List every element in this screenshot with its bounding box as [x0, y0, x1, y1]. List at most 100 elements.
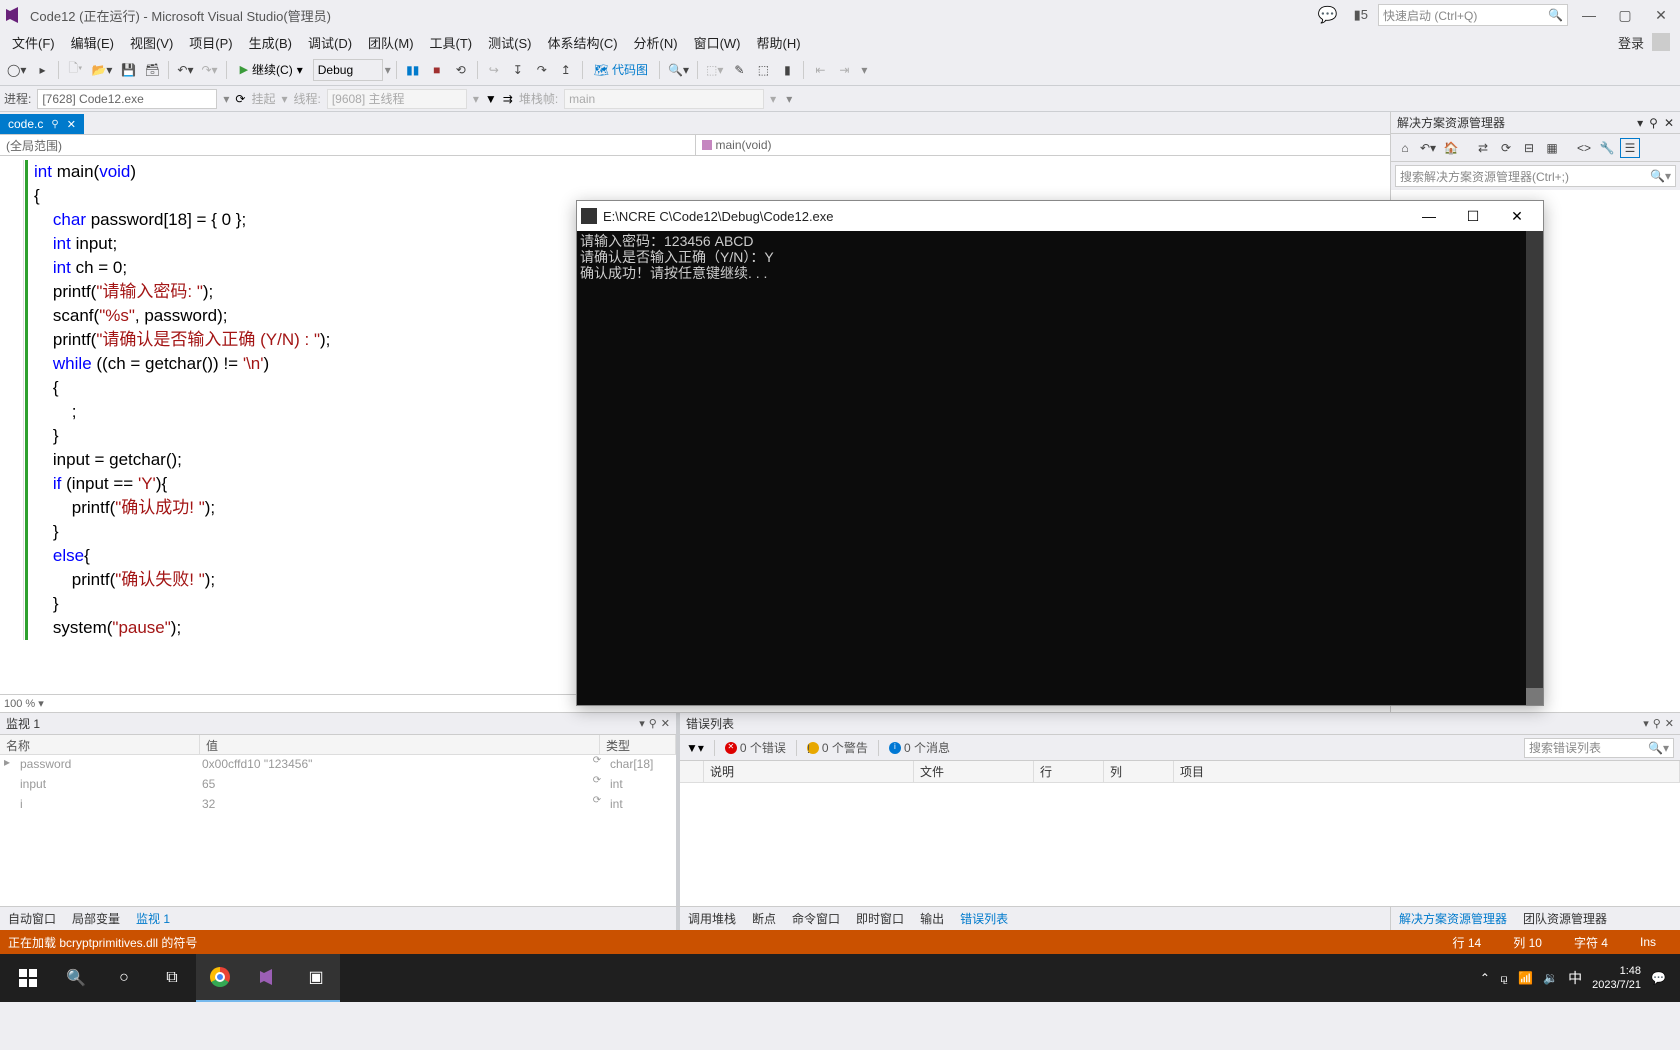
bottom-tab[interactable]: 监视 1 [128, 907, 178, 930]
config-combo[interactable]: Debug [313, 59, 383, 81]
stackframe-combo[interactable]: main [564, 89, 764, 109]
console-minimize-button[interactable]: — [1407, 202, 1451, 230]
restart-button[interactable]: ⟲ [450, 59, 472, 81]
avatar-icon[interactable] [1652, 33, 1670, 51]
menu-help[interactable]: 帮助(H) [749, 31, 809, 54]
watch-grid[interactable]: 名称 值 类型 ▸password0x00cffd10 "123456"⟳cha… [0, 735, 676, 906]
soln-showall-icon[interactable]: ▦ [1542, 138, 1562, 158]
start-button[interactable] [4, 954, 52, 1002]
bottom-tab[interactable]: 输出 [912, 907, 952, 930]
bookmark-button[interactable]: ▮ [776, 59, 798, 81]
bottom-tab[interactable]: 断点 [744, 907, 784, 930]
show-next-stmt-button[interactable]: ↪ [483, 59, 505, 81]
soln-back-icon[interactable]: ↶▾ [1418, 138, 1438, 158]
console-taskbar-icon[interactable]: ▣ [292, 954, 340, 1002]
minimize-button[interactable]: — [1574, 7, 1604, 23]
outdent-button[interactable]: ⇤ [809, 59, 831, 81]
err-col-desc[interactable]: 说明 [704, 761, 914, 782]
menu-edit[interactable]: 编辑(E) [63, 31, 122, 54]
step-into-button[interactable]: ↧ [507, 59, 529, 81]
warning-count[interactable]: !0 个警告 [807, 739, 868, 756]
pane-dropdown-icon[interactable]: ▾ [639, 717, 645, 730]
function-combo[interactable]: main(void) [696, 135, 1391, 155]
bottom-tab[interactable]: 即时窗口 [848, 907, 912, 930]
watch-col-type[interactable]: 类型 [600, 735, 676, 754]
restore-button[interactable]: ▢ [1610, 7, 1640, 24]
console-close-button[interactable]: ✕ [1495, 202, 1539, 230]
soln-sync-icon[interactable]: ⇄ [1473, 138, 1493, 158]
indent-button[interactable]: ⇥ [833, 59, 855, 81]
bottom-tab[interactable]: 调用堆栈 [680, 907, 744, 930]
err-col-line[interactable]: 行 [1034, 761, 1104, 782]
close-button[interactable]: ✕ [1646, 7, 1676, 24]
undo-button[interactable]: ↶▾ [174, 59, 196, 81]
pane-pin-icon[interactable]: ⚲ [1653, 717, 1661, 730]
filter-icon[interactable]: ▼▾ [686, 741, 704, 755]
pane-pin-icon[interactable]: ⚲ [649, 717, 657, 730]
find-button[interactable]: 🔍▾ [665, 59, 692, 81]
quicklaunch-input[interactable]: 快速启动 (Ctrl+Q)🔍 [1378, 4, 1568, 26]
volume-icon[interactable]: 🔉 [1543, 971, 1558, 985]
bottom-tab[interactable]: 错误列表 [952, 907, 1016, 930]
step-out-button[interactable]: ↥ [555, 59, 577, 81]
watch-col-value[interactable]: 值 [200, 735, 600, 754]
console-maximize-button[interactable]: ☐ [1451, 202, 1495, 230]
menu-arch[interactable]: 体系结构(C) [539, 31, 625, 54]
flag-thread-button[interactable]: ▼ [485, 92, 497, 106]
menu-debug[interactable]: 调试(D) [300, 31, 360, 54]
watch-row[interactable]: i32⟳int [0, 795, 676, 815]
soln-home-icon[interactable]: ⌂ [1395, 138, 1415, 158]
tab-close-icon[interactable]: ✕ [67, 118, 76, 131]
err-col-col[interactable]: 列 [1104, 761, 1174, 782]
pane-close-icon[interactable]: ✕ [1664, 116, 1674, 130]
step-over-button[interactable]: ↷ [531, 59, 553, 81]
ins-mode[interactable]: Ins [1624, 935, 1672, 949]
nav-back-button[interactable]: ◯▾ [4, 59, 29, 81]
pin-icon[interactable]: ⚲ [51, 119, 58, 130]
err-col-file[interactable]: 文件 [914, 761, 1034, 782]
chrome-icon[interactable] [196, 954, 244, 1002]
soln-collapse-icon[interactable]: ⊟ [1519, 138, 1539, 158]
pane-dropdown-icon[interactable]: ▾ [1637, 116, 1643, 130]
soln-search-input[interactable]: 搜索解决方案资源管理器(Ctrl+;)🔍▾ [1395, 165, 1676, 187]
menu-team[interactable]: 团队(M) [360, 31, 422, 54]
stop-button[interactable]: ■ [426, 59, 448, 81]
pane-close-icon[interactable]: ✕ [1665, 717, 1674, 730]
soln-preview-icon[interactable]: ☰ [1620, 138, 1640, 158]
ime-indicator[interactable]: 中 [1568, 968, 1582, 988]
bottom-tab[interactable]: 局部变量 [64, 907, 128, 930]
error-count[interactable]: ✕0 个错误 [725, 739, 786, 756]
tray-up-icon[interactable]: ⌃ [1480, 971, 1490, 985]
visualstudio-icon[interactable] [244, 954, 292, 1002]
uncomment-button[interactable]: ⬚ [752, 59, 774, 81]
scope-combo[interactable]: (全局范围) [0, 135, 696, 155]
bottom-tab[interactable]: 团队资源管理器 [1515, 907, 1615, 930]
menu-window[interactable]: 窗口(W) [686, 31, 749, 54]
wifi-icon[interactable]: 📶 [1518, 971, 1533, 985]
soln-code-icon[interactable]: <> [1574, 138, 1594, 158]
error-search-input[interactable]: 搜索错误列表🔍▾ [1524, 738, 1674, 758]
toggle-hex-button[interactable]: ⬚▾ [703, 59, 726, 81]
menu-analyze[interactable]: 分析(N) [626, 31, 686, 54]
error-grid[interactable]: 说明 文件 行 列 项目 [680, 761, 1680, 906]
watch-row[interactable]: input65⟳int [0, 775, 676, 795]
search-button[interactable]: 🔍 [52, 954, 100, 1002]
menu-test[interactable]: 测试(S) [480, 31, 539, 54]
watch-row[interactable]: ▸password0x00cffd10 "123456"⟳char[18] [0, 755, 676, 775]
new-item-button[interactable]: 🗋▾ [64, 59, 86, 81]
bottom-tab[interactable]: 自动窗口 [0, 907, 64, 930]
notifications-flag[interactable]: ▮5 [1350, 7, 1372, 23]
save-all-button[interactable]: 🗃 [141, 59, 163, 81]
menu-file[interactable]: 文件(F) [4, 31, 63, 54]
menu-view[interactable]: 视图(V) [122, 31, 181, 54]
bottom-tab[interactable]: 命令窗口 [784, 907, 848, 930]
redo-button[interactable]: ↷▾ [199, 59, 221, 81]
network-icon[interactable]: ⚼ [1500, 971, 1508, 986]
process-combo[interactable]: [7628] Code12.exe [37, 89, 217, 109]
pane-dropdown-icon[interactable]: ▾ [1643, 717, 1649, 730]
soln-house-icon[interactable]: 🏠 [1441, 138, 1461, 158]
menu-build[interactable]: 生成(B) [241, 31, 300, 54]
watch-col-name[interactable]: 名称 [0, 735, 200, 754]
show-threads-button[interactable]: ⇉ [503, 92, 513, 106]
cortana-button[interactable]: ○ [100, 954, 148, 1002]
